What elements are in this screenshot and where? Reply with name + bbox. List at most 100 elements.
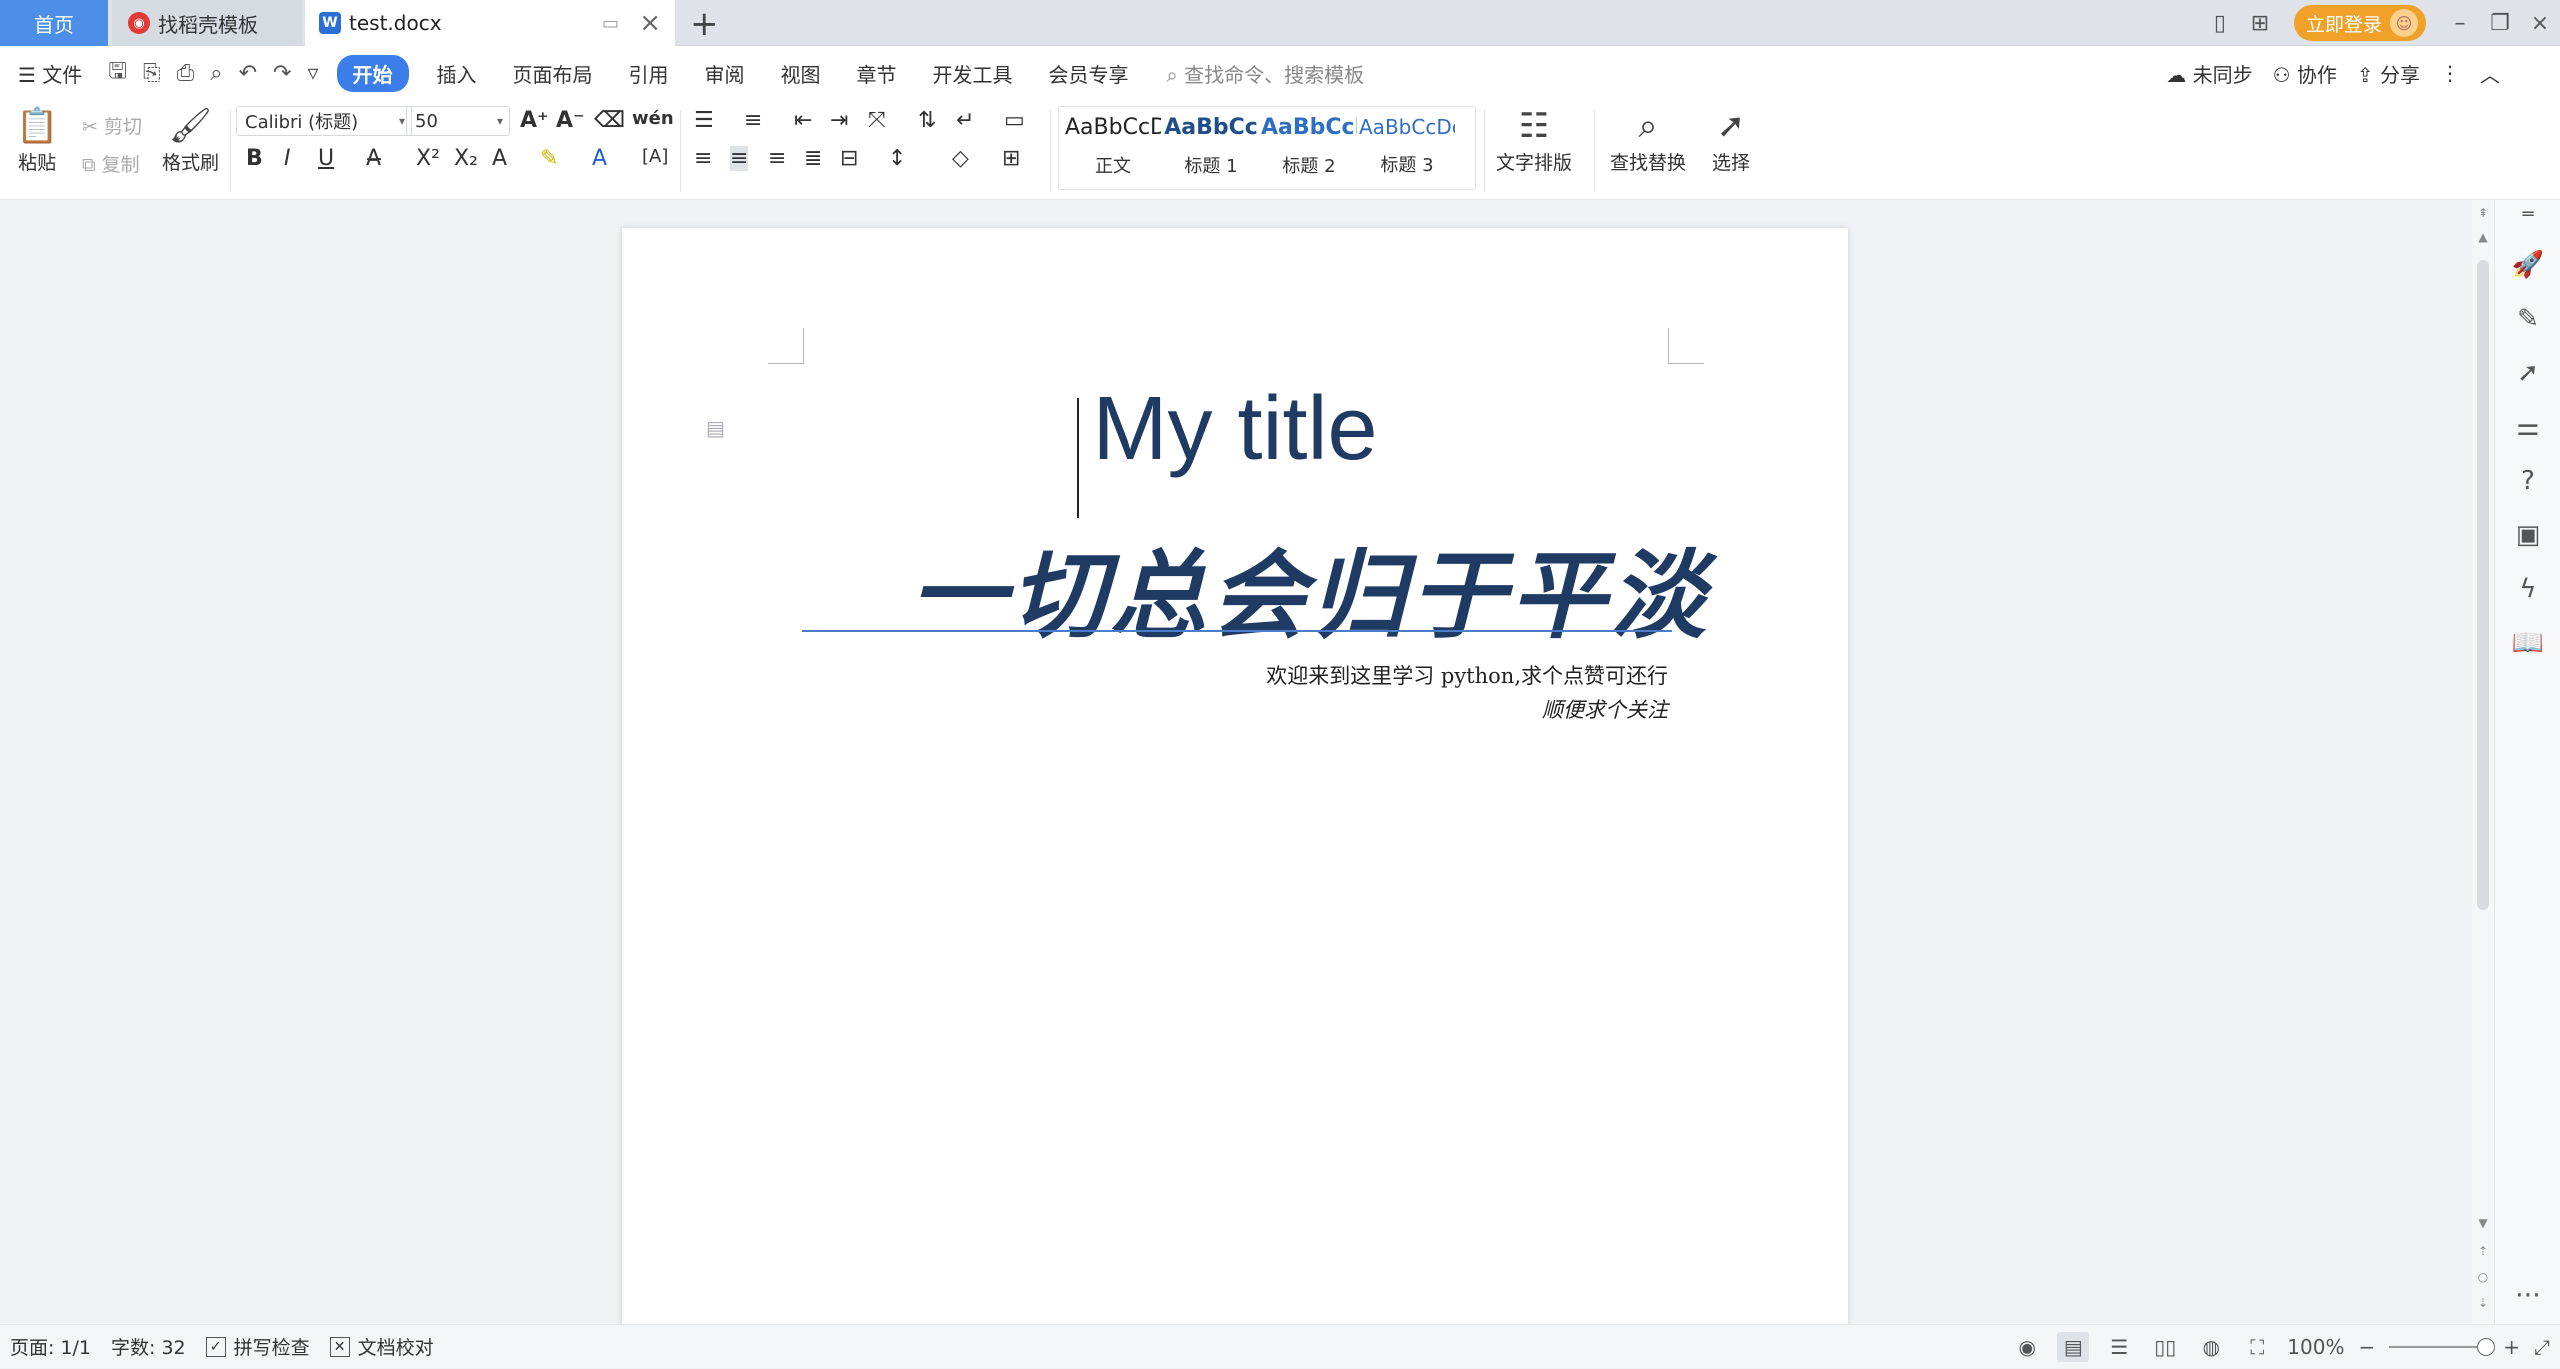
spellcheck-toggle[interactable]: ✓ 拼写检查: [196, 1333, 320, 1360]
justify-icon[interactable]: ≣: [804, 146, 822, 171]
document-paragraph-2[interactable]: 顺便求个关注: [1542, 694, 1668, 724]
scroll-thumb[interactable]: [2477, 260, 2489, 910]
close-tab-icon[interactable]: ×: [639, 8, 661, 38]
tab-references[interactable]: 引用: [611, 59, 687, 88]
sync-button[interactable]: ☁ 未同步: [2166, 59, 2252, 88]
document-subtitle[interactable]: 一切总会归于平淡: [622, 518, 1848, 657]
sliders-icon[interactable]: ⚌: [2495, 412, 2560, 442]
print-icon[interactable]: ⎙: [169, 61, 203, 86]
more-icon[interactable]: ⋮: [2440, 61, 2460, 85]
sort-icon[interactable]: ⇅: [918, 108, 936, 133]
bullet-list-icon[interactable]: ☰: [694, 108, 714, 133]
redo-icon[interactable]: ↷: [265, 61, 299, 86]
show-marks-icon[interactable]: ↵: [956, 108, 974, 133]
fullscreen-icon[interactable]: ⤢: [2534, 1335, 2550, 1359]
zoom-slider-knob[interactable]: [2477, 1338, 2496, 1356]
tab-review[interactable]: 审阅: [687, 59, 763, 88]
close-window-icon[interactable]: ×: [2520, 11, 2560, 36]
collab-button[interactable]: ⚇ 协作: [2273, 59, 2337, 88]
prev-page-icon[interactable]: ⇡: [2472, 1244, 2494, 1258]
save-icon[interactable]: 🖫: [100, 54, 135, 92]
more-horizontal-icon[interactable]: ⋯: [2495, 1280, 2560, 1310]
format-painter-button[interactable]: 🖌 格式刷: [162, 104, 219, 175]
panel-handle-icon[interactable]: ═: [2495, 204, 2560, 225]
image-icon[interactable]: ▣: [2495, 520, 2560, 550]
zoom-level[interactable]: 100%: [2287, 1335, 2344, 1359]
bold-icon[interactable]: B: [246, 146, 263, 171]
layout-icon[interactable]: ▯: [2200, 8, 2240, 38]
highlight-icon[interactable]: ✎: [540, 146, 558, 171]
align-center-icon[interactable]: ≡: [730, 146, 749, 171]
proofread-button[interactable]: ✕ 文档校对: [320, 1333, 444, 1360]
tab-home[interactable]: 首页: [0, 0, 108, 46]
style-heading-2[interactable]: AaBbCcI 标题 2: [1261, 115, 1357, 178]
subscript-icon[interactable]: X₂: [454, 146, 478, 171]
scroll-up-icon[interactable]: ▲: [2472, 230, 2494, 244]
increase-font-icon[interactable]: A⁺: [520, 108, 549, 133]
tab-page-layout[interactable]: 页面布局: [495, 59, 611, 88]
zoom-slider[interactable]: [2389, 1338, 2496, 1356]
chinese-layout-icon[interactable]: ⤧: [868, 108, 886, 133]
font-name-select[interactable]: Calibri (标题) ▾: [236, 106, 412, 136]
minimize-icon[interactable]: –: [2440, 11, 2480, 36]
style-heading-3[interactable]: AaBbCcDc 标题 3: [1359, 115, 1455, 177]
help-icon[interactable]: ?: [2495, 466, 2560, 496]
book-search-icon[interactable]: 📖: [2495, 628, 2560, 658]
distribute-icon[interactable]: ⊟: [840, 146, 858, 171]
document-paragraph-1[interactable]: 欢迎来到这里学习 python,求个点赞可还行: [1266, 660, 1668, 690]
tab-daoke-templates[interactable]: ◉ 找稻壳模板: [112, 0, 302, 46]
tab-member[interactable]: 会员专享: [1031, 59, 1147, 88]
text-effect-icon[interactable]: A: [492, 146, 507, 171]
cursor-icon[interactable]: ➚: [2495, 358, 2560, 388]
shading-icon[interactable]: ◇: [952, 146, 969, 171]
decrease-font-icon[interactable]: A⁻: [556, 108, 585, 133]
paste-button[interactable]: 📋 粘贴: [16, 104, 58, 175]
tab-view[interactable]: 视图: [763, 59, 839, 88]
align-left-icon[interactable]: ≡: [694, 146, 712, 171]
cut-button[interactable]: ✂ 剪切: [82, 112, 142, 139]
undo-icon[interactable]: ↶: [231, 61, 265, 86]
new-tab-button[interactable]: +: [690, 4, 719, 44]
italic-icon[interactable]: I: [284, 146, 291, 171]
float-window-icon[interactable]: ▭: [602, 13, 619, 34]
phonetic-guide-icon[interactable]: wén: [632, 108, 674, 129]
page-view-icon[interactable]: ▤: [2057, 1332, 2090, 1362]
restore-icon[interactable]: ❐: [2480, 11, 2520, 36]
clear-format-icon[interactable]: ⌫: [594, 108, 625, 133]
command-search[interactable]: ⌕ 查找命令、搜索模板: [1147, 59, 1365, 88]
web-view-icon[interactable]: ◍: [2195, 1332, 2227, 1362]
font-color-icon[interactable]: A: [592, 146, 607, 171]
select-button[interactable]: ➚ 选择: [1712, 104, 1750, 175]
print-preview-icon[interactable]: ⌕: [202, 61, 230, 86]
document-page[interactable]: ▤ My title 一切总会归于平淡 欢迎来到这里学习 python,求个点赞…: [622, 228, 1848, 1324]
strikethrough-icon[interactable]: A̶: [366, 146, 381, 171]
style-normal[interactable]: AaBbCcDd 正文: [1065, 115, 1161, 178]
lightning-icon[interactable]: ϟ: [2495, 574, 2560, 604]
vertical-scrollbar[interactable]: ⇞ ▲ ▼ ⇡ ○ ⇣: [2472, 200, 2494, 1324]
copy-button[interactable]: ⧉ 复制: [82, 150, 140, 177]
line-spacing-icon[interactable]: ↕: [888, 146, 906, 171]
apps-grid-icon[interactable]: ⊞: [2240, 8, 2280, 38]
fit-page-icon[interactable]: ⛶: [2241, 1332, 2273, 1362]
document-title[interactable]: My title: [622, 378, 1848, 481]
font-size-select[interactable]: 50 ▾: [406, 106, 510, 136]
eye-protection-icon[interactable]: ◉: [2011, 1332, 2043, 1362]
tab-home-ribbon[interactable]: 开始: [336, 54, 409, 92]
tab-chapter[interactable]: 章节: [839, 59, 915, 88]
zoom-in-icon[interactable]: +: [2503, 1335, 2520, 1359]
pen-icon[interactable]: ✎: [2495, 304, 2560, 334]
tab-document[interactable]: W test.docx ▭ ×: [305, 0, 675, 46]
share-button[interactable]: ⇪ 分享: [2357, 59, 2420, 88]
zoom-out-icon[interactable]: −: [2358, 1335, 2375, 1359]
scroll-down-icon[interactable]: ▼: [2472, 1216, 2494, 1230]
text-layout-button[interactable]: ☷ 文字排版: [1496, 104, 1572, 175]
numbered-list-icon[interactable]: ≡: [744, 108, 762, 133]
reading-view-icon[interactable]: ▯▯: [2149, 1332, 2181, 1362]
decrease-indent-icon[interactable]: ⇤: [794, 108, 812, 133]
border-icon[interactable]: ⊞: [1002, 146, 1020, 171]
word-count[interactable]: 字数: 32: [101, 1333, 196, 1360]
scroll-top-icon[interactable]: ⇞: [2472, 206, 2494, 220]
login-button[interactable]: 立即登录 ☺: [2293, 5, 2426, 41]
increase-indent-icon[interactable]: ⇥: [830, 108, 848, 133]
align-right-icon[interactable]: ≡: [768, 146, 786, 171]
